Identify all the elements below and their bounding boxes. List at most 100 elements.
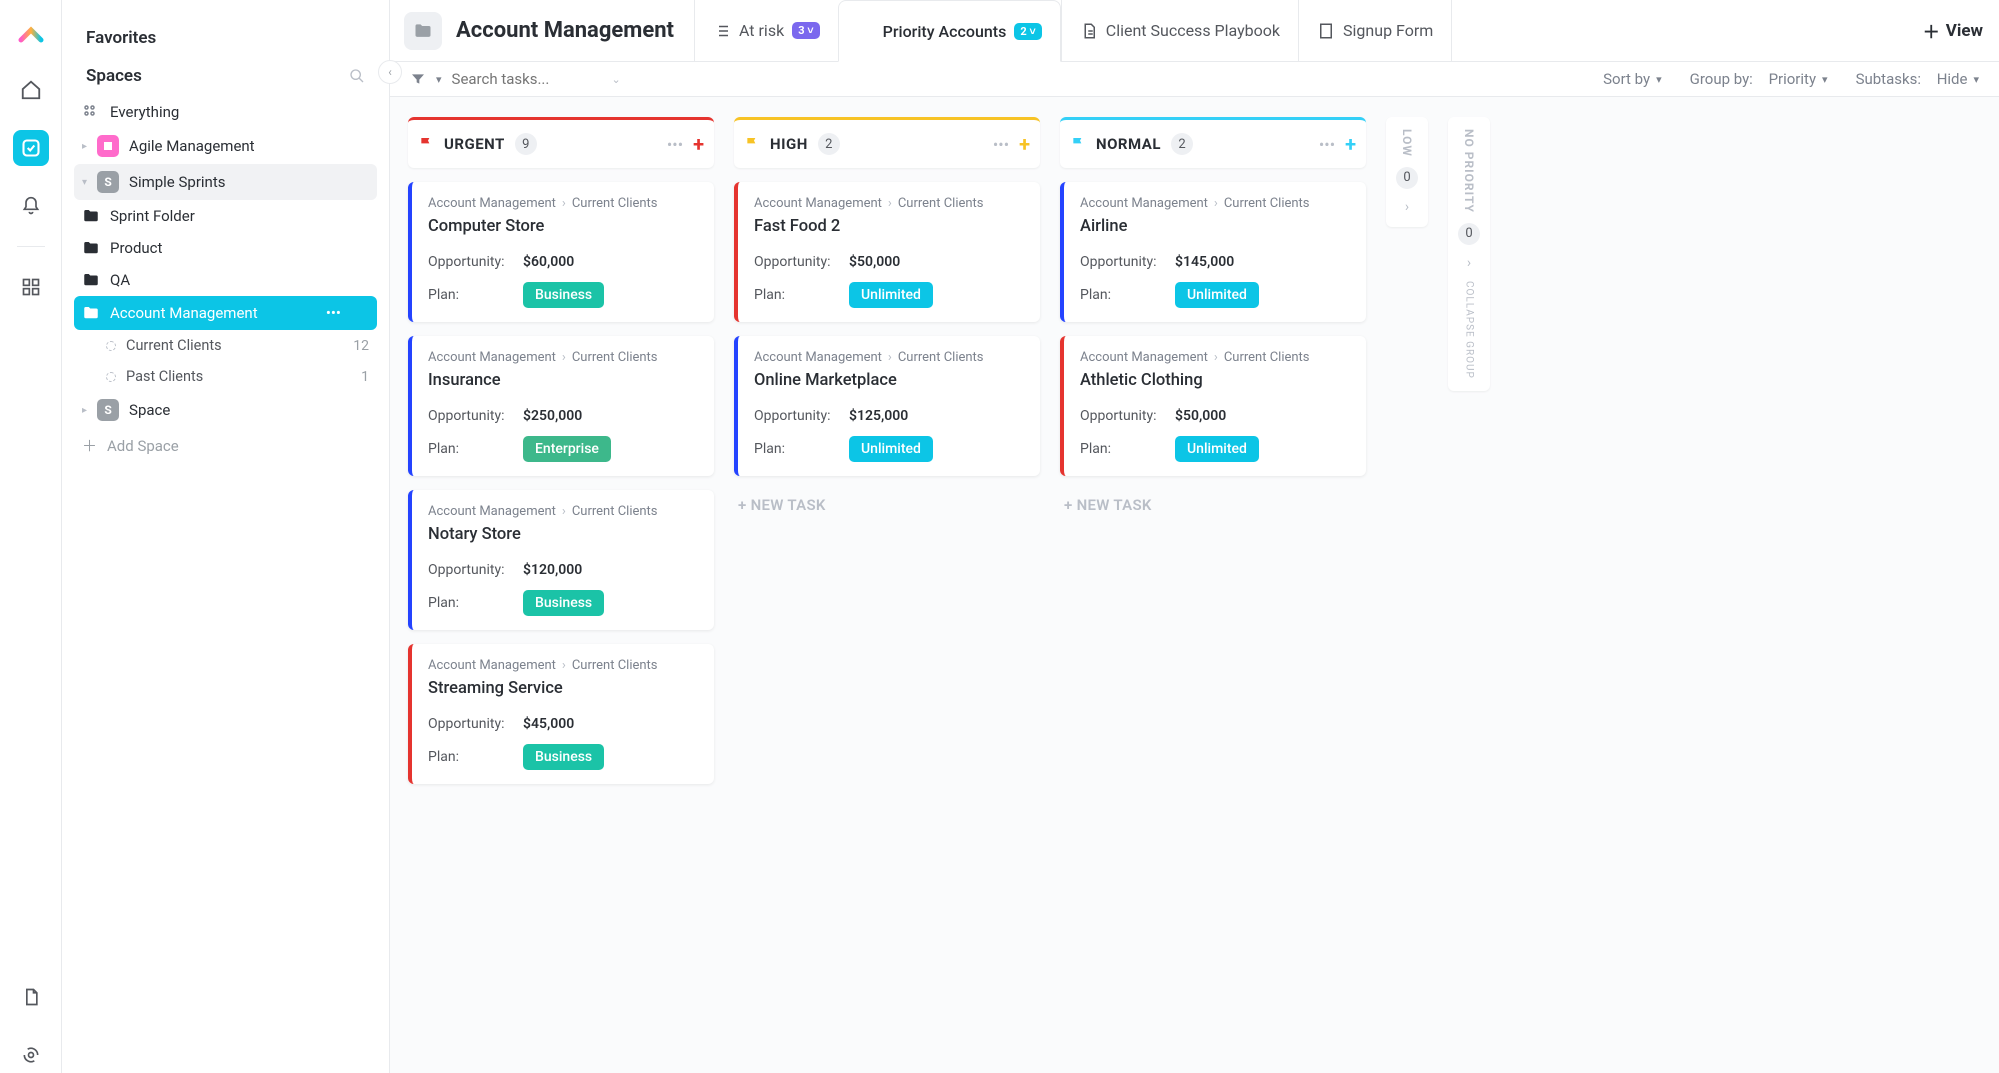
plan-pill: Business	[523, 744, 604, 770]
sidebar-item-sprint-folder[interactable]: Sprint Folder	[74, 200, 377, 232]
opportunity-value: $125,000	[849, 408, 908, 424]
breadcrumb: Account Management›Current Clients	[428, 504, 700, 519]
sidebar-item-label: Simple Sprints	[129, 173, 225, 191]
sidebar-item-account-management[interactable]: Account Management •••	[74, 296, 377, 330]
nav-apps-icon[interactable]	[13, 269, 49, 305]
nav-docs-icon[interactable]	[13, 979, 49, 1015]
sort-by-button[interactable]: Sort by▾	[1603, 70, 1662, 88]
add-icon[interactable]: +	[693, 132, 704, 156]
tab-badge: 2 ˅	[1014, 23, 1041, 40]
folder-icon	[82, 304, 100, 322]
sidebar-item-label: Product	[110, 239, 162, 257]
list-icon	[713, 22, 731, 40]
tab-signup-form[interactable]: Signup Form	[1298, 0, 1452, 61]
tab-client-success-playbook[interactable]: Client Success Playbook	[1061, 0, 1298, 61]
task-card[interactable]: Account Management›Current Clients Insur…	[408, 336, 714, 476]
folder-icon	[82, 207, 100, 225]
count-badge: 2	[1171, 133, 1193, 155]
add-icon[interactable]: +	[1345, 132, 1356, 156]
flag-icon	[744, 136, 760, 152]
nav-tasks-icon[interactable]	[13, 130, 49, 166]
sidebar-spaces-header[interactable]: Spaces	[86, 66, 142, 86]
collapsed-column-no-priority[interactable]: NO PRIORITY0›COLLAPSE GROUP	[1448, 117, 1490, 391]
sidebar-item-agile-management[interactable]: ▸Agile Management	[74, 128, 377, 164]
task-title: Insurance	[428, 371, 700, 390]
flag-icon	[1070, 136, 1086, 152]
breadcrumb: Account Management›Current Clients	[754, 350, 1026, 365]
new-task-button[interactable]: + NEW TASK	[734, 490, 1040, 520]
folder-icon	[404, 12, 442, 50]
opportunity-value: $45,000	[523, 716, 574, 732]
task-title: Athletic Clothing	[1080, 371, 1352, 390]
sidebar-item-label: Space	[129, 401, 170, 419]
sidebar-item-label: Account Management	[110, 304, 258, 322]
sidebar-everything[interactable]: Everything	[74, 96, 377, 128]
new-task-button[interactable]: + NEW TASK	[1060, 490, 1366, 520]
app-logo[interactable]	[15, 18, 47, 50]
add-icon[interactable]: +	[1019, 132, 1030, 156]
breadcrumb: Account Management›Current Clients	[428, 350, 700, 365]
sidebar-item-simple-sprints[interactable]: ▾SSimple Sprints	[74, 164, 377, 200]
plan-pill: Unlimited	[849, 436, 933, 462]
sidebar-item-space[interactable]: ▸SSpace	[74, 392, 377, 428]
toolbar: ▾ ⌄ Sort by▾ Group by: Priority▾ Subtask…	[390, 62, 1999, 97]
sidebar-sub-current-clients[interactable]: Current Clients12	[74, 330, 377, 361]
filter-icon[interactable]	[410, 71, 426, 87]
plan-pill: Enterprise	[523, 436, 611, 462]
column-header[interactable]: NORMAL2•••+	[1060, 117, 1366, 168]
plus-icon: ＋	[82, 435, 97, 456]
chevron-down-icon[interactable]: ⌄	[612, 73, 621, 86]
more-icon[interactable]: •••	[1319, 135, 1335, 154]
breadcrumb: Account Management›Current Clients	[1080, 350, 1352, 365]
chevron-down-icon[interactable]: ▾	[436, 73, 442, 86]
opportunity-value: $250,000	[523, 408, 582, 424]
task-card[interactable]: Account Management›Current Clients Airli…	[1060, 182, 1366, 322]
search-icon[interactable]	[349, 68, 365, 84]
collapse-sidebar-button[interactable]: ‹	[378, 60, 402, 84]
task-title: Streaming Service	[428, 679, 700, 698]
column-header[interactable]: URGENT9•••+	[408, 117, 714, 168]
kanban-board: URGENT9•••+Account Management›Current Cl…	[390, 97, 1999, 1073]
nav-home-icon[interactable]	[13, 72, 49, 108]
subtasks-button[interactable]: Subtasks: Hide▾	[1856, 70, 1979, 88]
more-icon[interactable]: •••	[326, 304, 341, 322]
more-icon[interactable]: •••	[667, 135, 683, 154]
form-icon	[1317, 22, 1335, 40]
sidebar-item-label: Sprint Folder	[110, 207, 195, 225]
sidebar-sub-past-clients[interactable]: Past Clients1	[74, 361, 377, 392]
sidebar-item-qa[interactable]: QA	[74, 264, 377, 296]
nav-notifications-icon[interactable]	[13, 188, 49, 224]
icon-rail	[0, 0, 62, 1073]
add-space-button[interactable]: ＋ Add Space	[74, 428, 377, 463]
add-view-button[interactable]: ＋ View	[1923, 18, 1983, 43]
chevron-down-icon: ▾	[1822, 73, 1828, 86]
more-icon[interactable]: •••	[993, 135, 1009, 154]
list-dot-icon	[106, 341, 116, 351]
chevron-right-icon: ›	[1405, 199, 1409, 215]
flag-icon	[418, 136, 434, 152]
breadcrumb: Account Management›Current Clients	[428, 196, 700, 211]
task-card[interactable]: Account Management›Current Clients Notar…	[408, 490, 714, 630]
search-input[interactable]	[452, 70, 602, 88]
breadcrumb: Account Management›Current Clients	[1080, 196, 1352, 211]
caret-icon: ▾	[82, 177, 87, 188]
count-badge: 0	[1396, 167, 1418, 189]
collapsed-column-low[interactable]: LOW0›	[1386, 117, 1428, 227]
task-card[interactable]: Account Management›Current Clients Strea…	[408, 644, 714, 784]
task-card[interactable]: Account Management›Current Clients Compu…	[408, 182, 714, 322]
task-card[interactable]: Account Management›Current Clients Athle…	[1060, 336, 1366, 476]
sidebar-item-product[interactable]: Product	[74, 232, 377, 264]
add-icon[interactable]	[349, 303, 369, 323]
space-chip: S	[97, 399, 119, 421]
nav-clip-icon[interactable]	[13, 1037, 49, 1073]
task-card[interactable]: Account Management›Current Clients Fast …	[734, 182, 1040, 322]
tab-at-risk[interactable]: At risk3 ˅	[694, 0, 838, 61]
tab-priority-accounts[interactable]: Priority Accounts2 ˅	[838, 0, 1061, 62]
list-dot-icon	[106, 372, 116, 382]
plan-pill: Unlimited	[1175, 436, 1259, 462]
sidebar-favorites-header[interactable]: Favorites	[74, 20, 377, 58]
group-by-button[interactable]: Group by: Priority▾	[1690, 70, 1828, 88]
column-header[interactable]: HIGH2•••+	[734, 117, 1040, 168]
main-area: ‹ Account Management At risk3 ˅Priority …	[390, 0, 1999, 1073]
task-card[interactable]: Account Management›Current Clients Onlin…	[734, 336, 1040, 476]
